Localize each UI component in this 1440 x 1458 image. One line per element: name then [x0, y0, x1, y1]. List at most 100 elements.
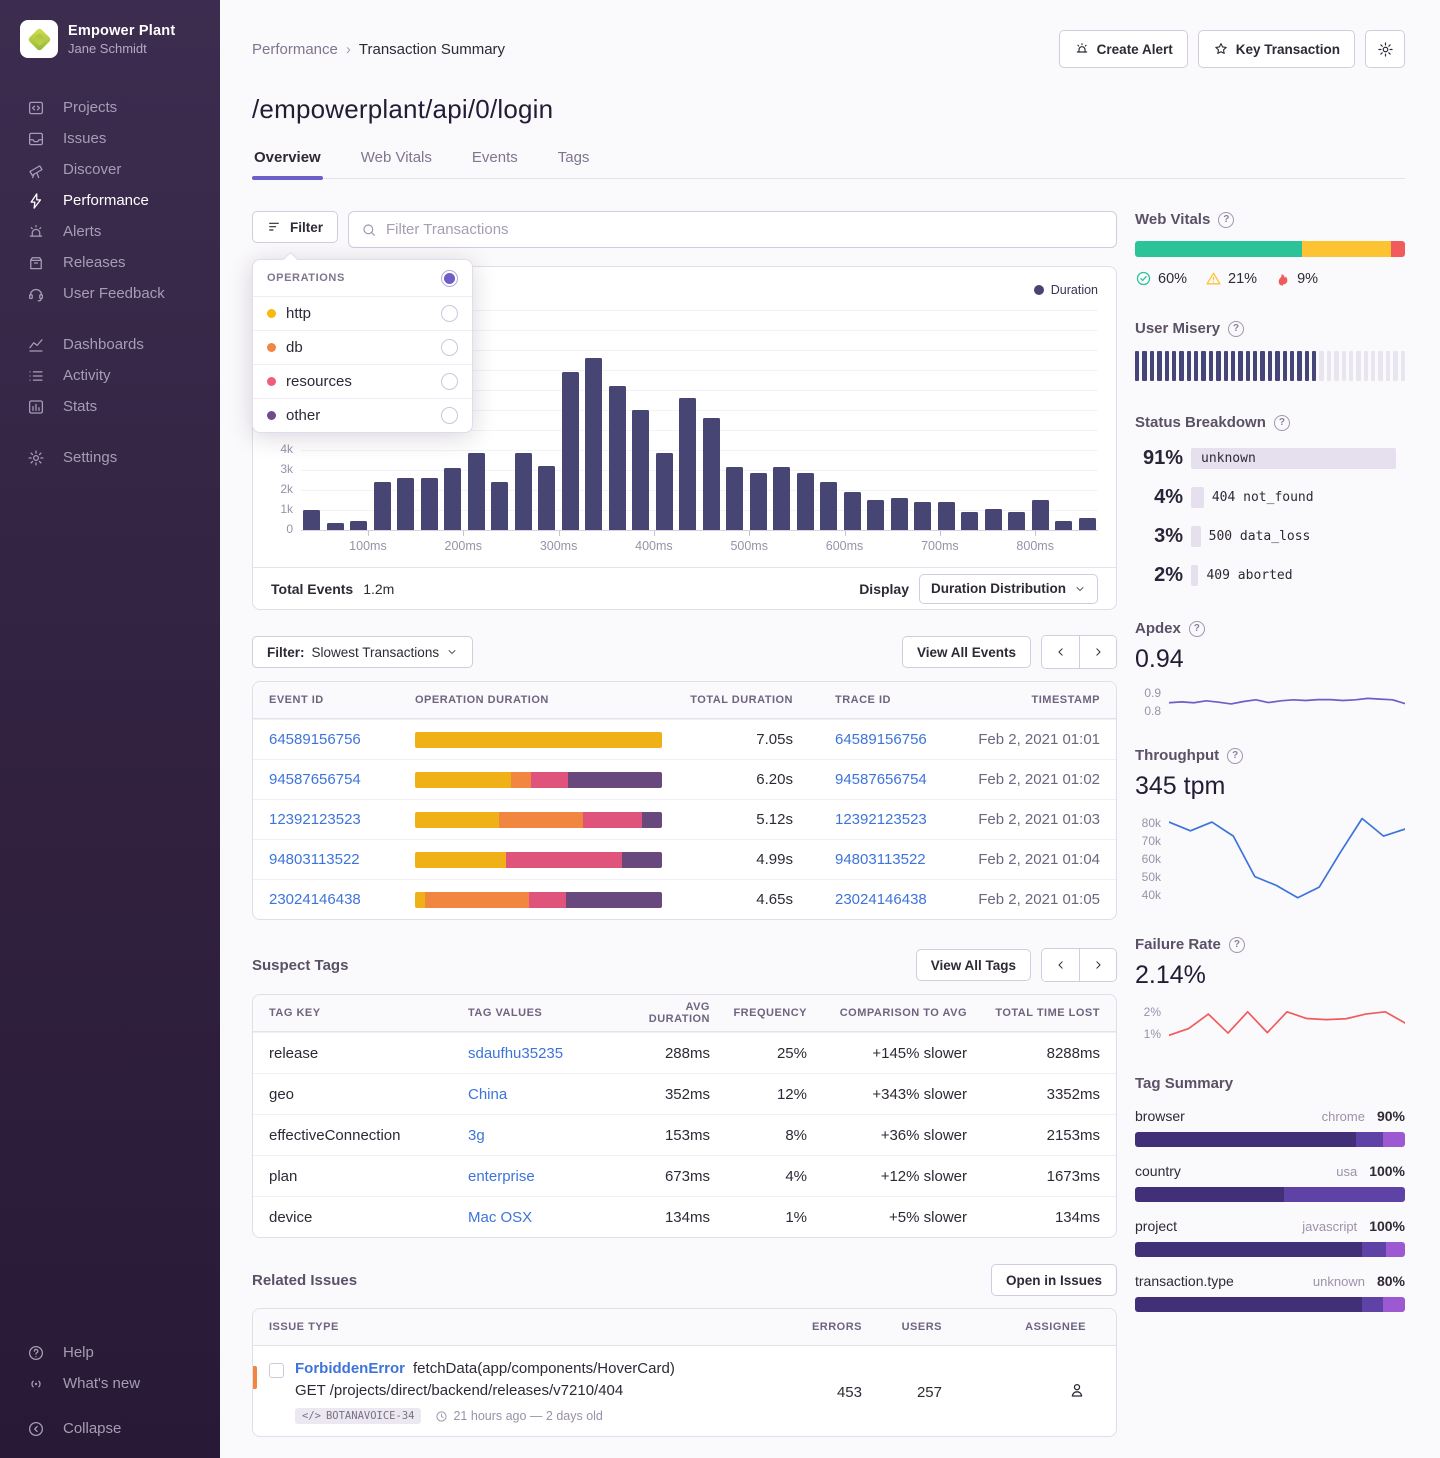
pager-next-button[interactable] [1079, 949, 1116, 981]
avg-duration: 153ms [628, 1127, 710, 1144]
org-switcher[interactable]: Empower Plant Jane Schmidt [0, 20, 220, 58]
sidebar-item-help[interactable]: Help [0, 1337, 220, 1368]
pager-prev-button[interactable] [1042, 636, 1079, 668]
key-transaction-label: Key Transaction [1236, 42, 1340, 57]
chevron-left-icon [1054, 958, 1068, 972]
sidebar-item-issues[interactable]: Issues [0, 123, 220, 154]
status-percent: 3% [1135, 525, 1183, 548]
tag-summary-row: transaction.type unknown 80% [1135, 1273, 1405, 1312]
display-select[interactable]: Duration Distribution [919, 574, 1098, 604]
create-alert-button[interactable]: Create Alert [1059, 30, 1188, 68]
timestamp: Feb 2, 2021 01:01 [961, 731, 1100, 748]
help-icon[interactable]: ? [1227, 748, 1243, 764]
check-circle-icon [1135, 270, 1152, 287]
view-all-tags-button[interactable]: View All Tags [916, 949, 1031, 981]
time-lost: 8288ms [967, 1045, 1100, 1062]
headset-icon [27, 285, 45, 303]
operations-item-db[interactable]: db [253, 330, 472, 364]
related-issues-table: ISSUE TYPE ERRORS USERS ASSIGNEE Forbidd… [252, 1308, 1117, 1437]
other-radio[interactable] [441, 407, 458, 424]
assignee-cell[interactable] [942, 1381, 1100, 1404]
sidebar-item-whats-new[interactable]: What's new [0, 1368, 220, 1399]
project-badge[interactable]: </> BOTANAVOICE-34 [295, 1408, 421, 1424]
event-id-link[interactable]: 12392123523 [269, 811, 415, 828]
operations-item-other[interactable]: other [253, 398, 472, 432]
event-id-link[interactable]: 23024146438 [269, 891, 415, 908]
view-all-events-button[interactable]: View All Events [902, 636, 1031, 668]
duration-legend-dot [1034, 285, 1044, 295]
trace-id-link[interactable]: 23024146438 [793, 891, 961, 908]
column-header: TOTAL TIME LOST [967, 1007, 1100, 1019]
events-filter-select[interactable]: Filter: Slowest Transactions [252, 636, 473, 668]
issue-title-link[interactable]: ForbiddenError [295, 1360, 405, 1377]
operations-item-resources[interactable]: resources [253, 364, 472, 398]
tag-summary-percent: 100% [1369, 1218, 1405, 1234]
trace-id-link[interactable]: 12392123523 [793, 811, 961, 828]
siren-icon [1074, 41, 1090, 57]
operation-duration-bar [415, 892, 662, 908]
breadcrumb-performance[interactable]: Performance [252, 41, 338, 58]
key-transaction-button[interactable]: Key Transaction [1198, 30, 1355, 68]
help-icon[interactable]: ? [1229, 937, 1245, 953]
help-icon[interactable]: ? [1218, 212, 1234, 228]
avg-duration: 134ms [628, 1209, 710, 1226]
help-icon[interactable]: ? [1228, 321, 1244, 337]
operations-item-label: db [286, 339, 303, 356]
status-row: 91% unknown [1135, 447, 1405, 470]
apdex-y-axis: 0.90.8 [1135, 688, 1169, 714]
event-id-link[interactable]: 94803113522 [269, 851, 415, 868]
help-icon[interactable]: ? [1189, 621, 1205, 637]
timestamp: Feb 2, 2021 01:02 [961, 771, 1100, 788]
db-radio[interactable] [441, 339, 458, 356]
tag-summary-key: transaction.type [1135, 1273, 1313, 1289]
column-header: TAG KEY [269, 1007, 468, 1019]
vitals-fail-stat: 9% [1275, 271, 1318, 287]
filter-button[interactable]: Filter [252, 211, 338, 243]
time-lost: 2153ms [967, 1127, 1100, 1144]
sidebar-item-dashboards[interactable]: Dashboards [0, 329, 220, 360]
sidebar-item-projects[interactable]: Projects [0, 92, 220, 123]
open-in-issues-button[interactable]: Open in Issues [991, 1264, 1117, 1296]
settings-gear-button[interactable] [1365, 30, 1405, 68]
sidebar-item-settings[interactable]: Settings [0, 442, 220, 473]
search-input[interactable] [386, 221, 1104, 238]
issue-checkbox[interactable] [269, 1363, 284, 1378]
tab-tags[interactable]: Tags [556, 149, 592, 178]
apdex-section: Apdex? 0.94 0.90.8 [1135, 620, 1405, 714]
tag-summary-bar [1135, 1297, 1405, 1312]
sidebar-item-activity[interactable]: Activity [0, 360, 220, 391]
trace-id-link[interactable]: 94803113522 [793, 851, 961, 868]
operations-item-http[interactable]: http [253, 296, 472, 330]
sidebar-item-user-feedback[interactable]: User Feedback [0, 278, 220, 309]
sidebar-item-discover[interactable]: Discover [0, 154, 220, 185]
sidebar-item-collapse[interactable]: Collapse [0, 1413, 220, 1444]
tab-events[interactable]: Events [470, 149, 520, 178]
resources-radio[interactable] [441, 373, 458, 390]
tag-value-link[interactable]: 3g [468, 1127, 628, 1144]
bar-chart-icon [27, 398, 45, 416]
pager-prev-button[interactable] [1042, 949, 1079, 981]
sidebar-item-label: Dashboards [63, 336, 144, 353]
tab-web-vitals[interactable]: Web Vitals [359, 149, 434, 178]
tag-value-link[interactable]: enterprise [468, 1168, 628, 1185]
operations-dropdown-header[interactable]: OPERATIONS [253, 260, 472, 296]
help-icon[interactable]: ? [1274, 415, 1290, 431]
time-lost: 3352ms [967, 1086, 1100, 1103]
sidebar-item-releases[interactable]: Releases [0, 247, 220, 278]
pager-next-button[interactable] [1079, 636, 1116, 668]
sidebar-item-label: Releases [63, 254, 126, 271]
event-id-link[interactable]: 64589156756 [269, 731, 415, 748]
http-radio[interactable] [441, 305, 458, 322]
tag-value-link[interactable]: China [468, 1086, 628, 1103]
trace-id-link[interactable]: 94587656754 [793, 771, 961, 788]
tab-overview[interactable]: Overview [252, 149, 323, 178]
tag-value-link[interactable]: sdaufhu35235 [468, 1045, 628, 1062]
sidebar-item-performance[interactable]: Performance [0, 185, 220, 216]
event-id-link[interactable]: 94587656754 [269, 771, 415, 788]
trace-id-link[interactable]: 64589156756 [793, 731, 961, 748]
tag-value-link[interactable]: Mac OSX [468, 1209, 628, 1226]
tag-summary-key: project [1135, 1218, 1302, 1234]
sidebar-item-alerts[interactable]: Alerts [0, 216, 220, 247]
sidebar-item-stats[interactable]: Stats [0, 391, 220, 422]
operations-all-radio[interactable] [441, 270, 458, 287]
